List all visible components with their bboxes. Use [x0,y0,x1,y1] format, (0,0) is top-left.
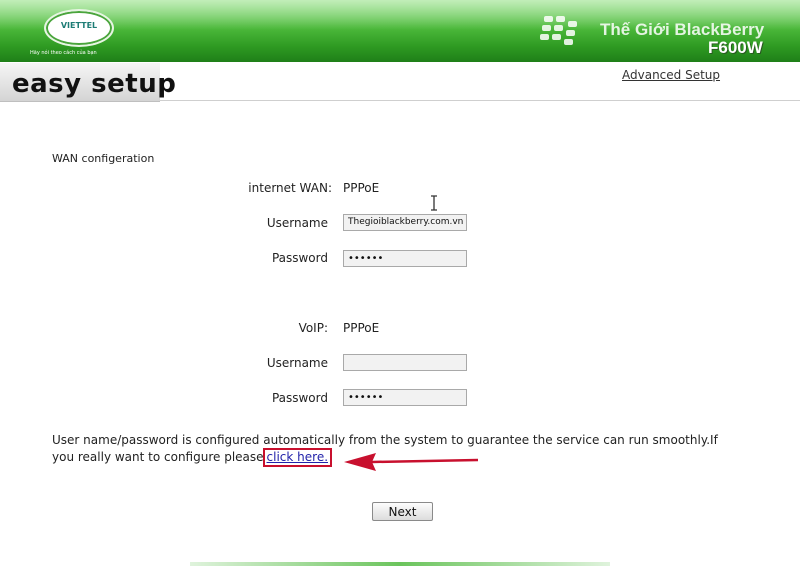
router-model: F600W [708,38,763,57]
blackberry-logo-icon [540,16,577,45]
watermark-text: Thế Giới BlackBerry [600,20,765,39]
voip-username-field[interactable] [343,354,467,371]
notice-line-1: User name/password is configured automat… [52,433,718,447]
divider [160,100,800,101]
text-cursor-icon [431,195,437,211]
logo-text: VIETTEL [60,21,98,30]
internet-wan-value: PPPoE [343,181,380,195]
voip-username-label: Username [266,356,328,370]
voip-value: PPPoE [343,321,380,335]
wan-section-label: WAN configeration [52,152,155,165]
header-banner: VIETTEL Hãy nói theo cách của bạn Thế Gi… [0,0,800,62]
wan-username-field[interactable]: Thegioiblackberry.com.vn [343,214,467,231]
voip-password-label: Password [271,391,328,405]
click-here-link[interactable]: click here. [267,450,328,464]
voip-password-field[interactable]: •••••• [343,389,467,406]
advanced-setup-link[interactable]: Advanced Setup [622,68,720,82]
wan-password-field[interactable]: •••••• [343,250,467,267]
logo-slogan: Hãy nói theo cách của bạn [30,50,97,56]
page-title: easy setup [12,69,177,99]
notice-line-2-prefix: you really want to configure please [52,450,264,464]
wan-password-label: Password [271,251,328,265]
viettel-logo: VIETTEL [44,9,114,47]
arrow-left-icon [344,453,479,471]
next-button[interactable]: Next [372,502,433,521]
highlight-box: click here. [262,448,333,467]
voip-label: VoIP: [298,321,328,335]
footer-strip [190,562,610,566]
internet-wan-label: internet WAN: [248,181,332,195]
wan-username-label: Username [266,216,328,230]
